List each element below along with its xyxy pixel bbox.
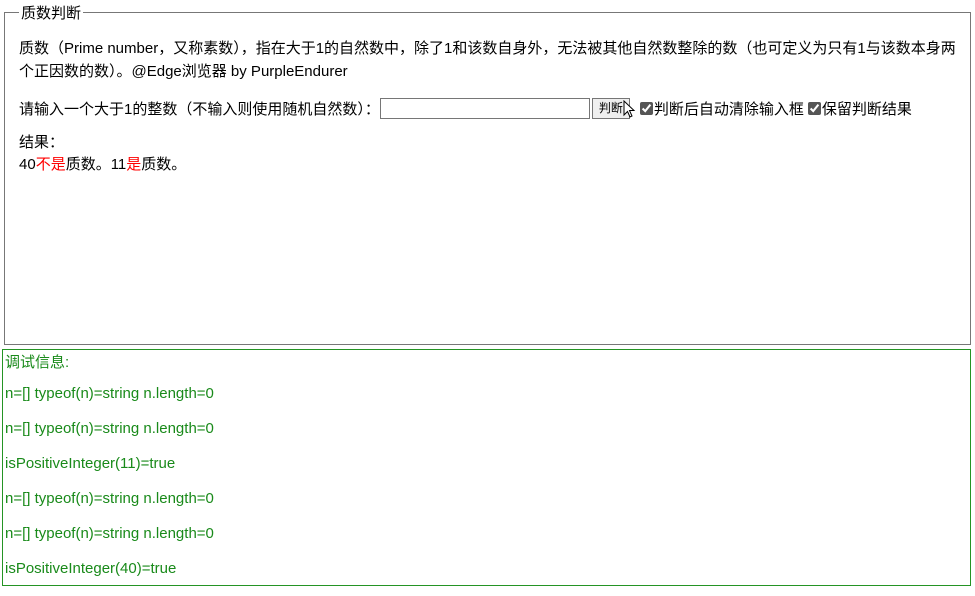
keep-result-label: 保留判断结果 [822, 98, 912, 119]
input-prompt: 请输入一个大于1的整数（不输入则使用随机自然数）： [19, 98, 380, 119]
judge-button[interactable]: 判断 [592, 98, 630, 119]
number-input[interactable] [380, 98, 590, 119]
debug-line: n=[] typeof(n)=string n.length=0 [5, 523, 968, 544]
result-fragment: 质数。11 [66, 156, 127, 173]
result-fragment: 质数。 [141, 156, 186, 173]
debug-line: n=[] typeof(n)=string n.length=0 [5, 488, 968, 509]
result-fragment: 是 [126, 156, 141, 173]
debug-panel: 调试信息: n=[] typeof(n)=string n.length=0n=… [2, 349, 971, 586]
debug-line: n=[] typeof(n)=string n.length=0 [5, 418, 968, 439]
debug-line: isPositiveInteger(11)=true [5, 453, 968, 474]
fieldset-legend: 质数判断 [19, 2, 83, 23]
debug-lines: n=[] typeof(n)=string n.length=0 n=[] typ… [5, 383, 968, 579]
debug-line: n=[] typeof(n)=string n.length=0 [5, 383, 968, 404]
auto-clear-label: 判断后自动清除输入框 [654, 98, 804, 119]
result-body: 40不是质数。11是质数。 [19, 154, 956, 177]
result-fragment: 不是 [36, 156, 66, 173]
auto-clear-checkbox[interactable] [640, 102, 653, 115]
result-title: 结果： [19, 131, 956, 152]
debug-line: isPositiveInteger(40)=true [5, 558, 968, 579]
input-row: 请输入一个大于1的整数（不输入则使用随机自然数）： 判断 判断后自动清除输入框 … [19, 98, 956, 119]
description-text: 质数（Prime number，又称素数），指在大于1的自然数中，除了1和该数自… [19, 37, 956, 84]
result-fragment: 40 [19, 156, 36, 173]
prime-fieldset: 质数判断 质数（Prime number，又称素数），指在大于1的自然数中，除了… [4, 2, 971, 345]
debug-title: 调试信息: [5, 352, 968, 373]
keep-result-checkbox[interactable] [808, 102, 821, 115]
